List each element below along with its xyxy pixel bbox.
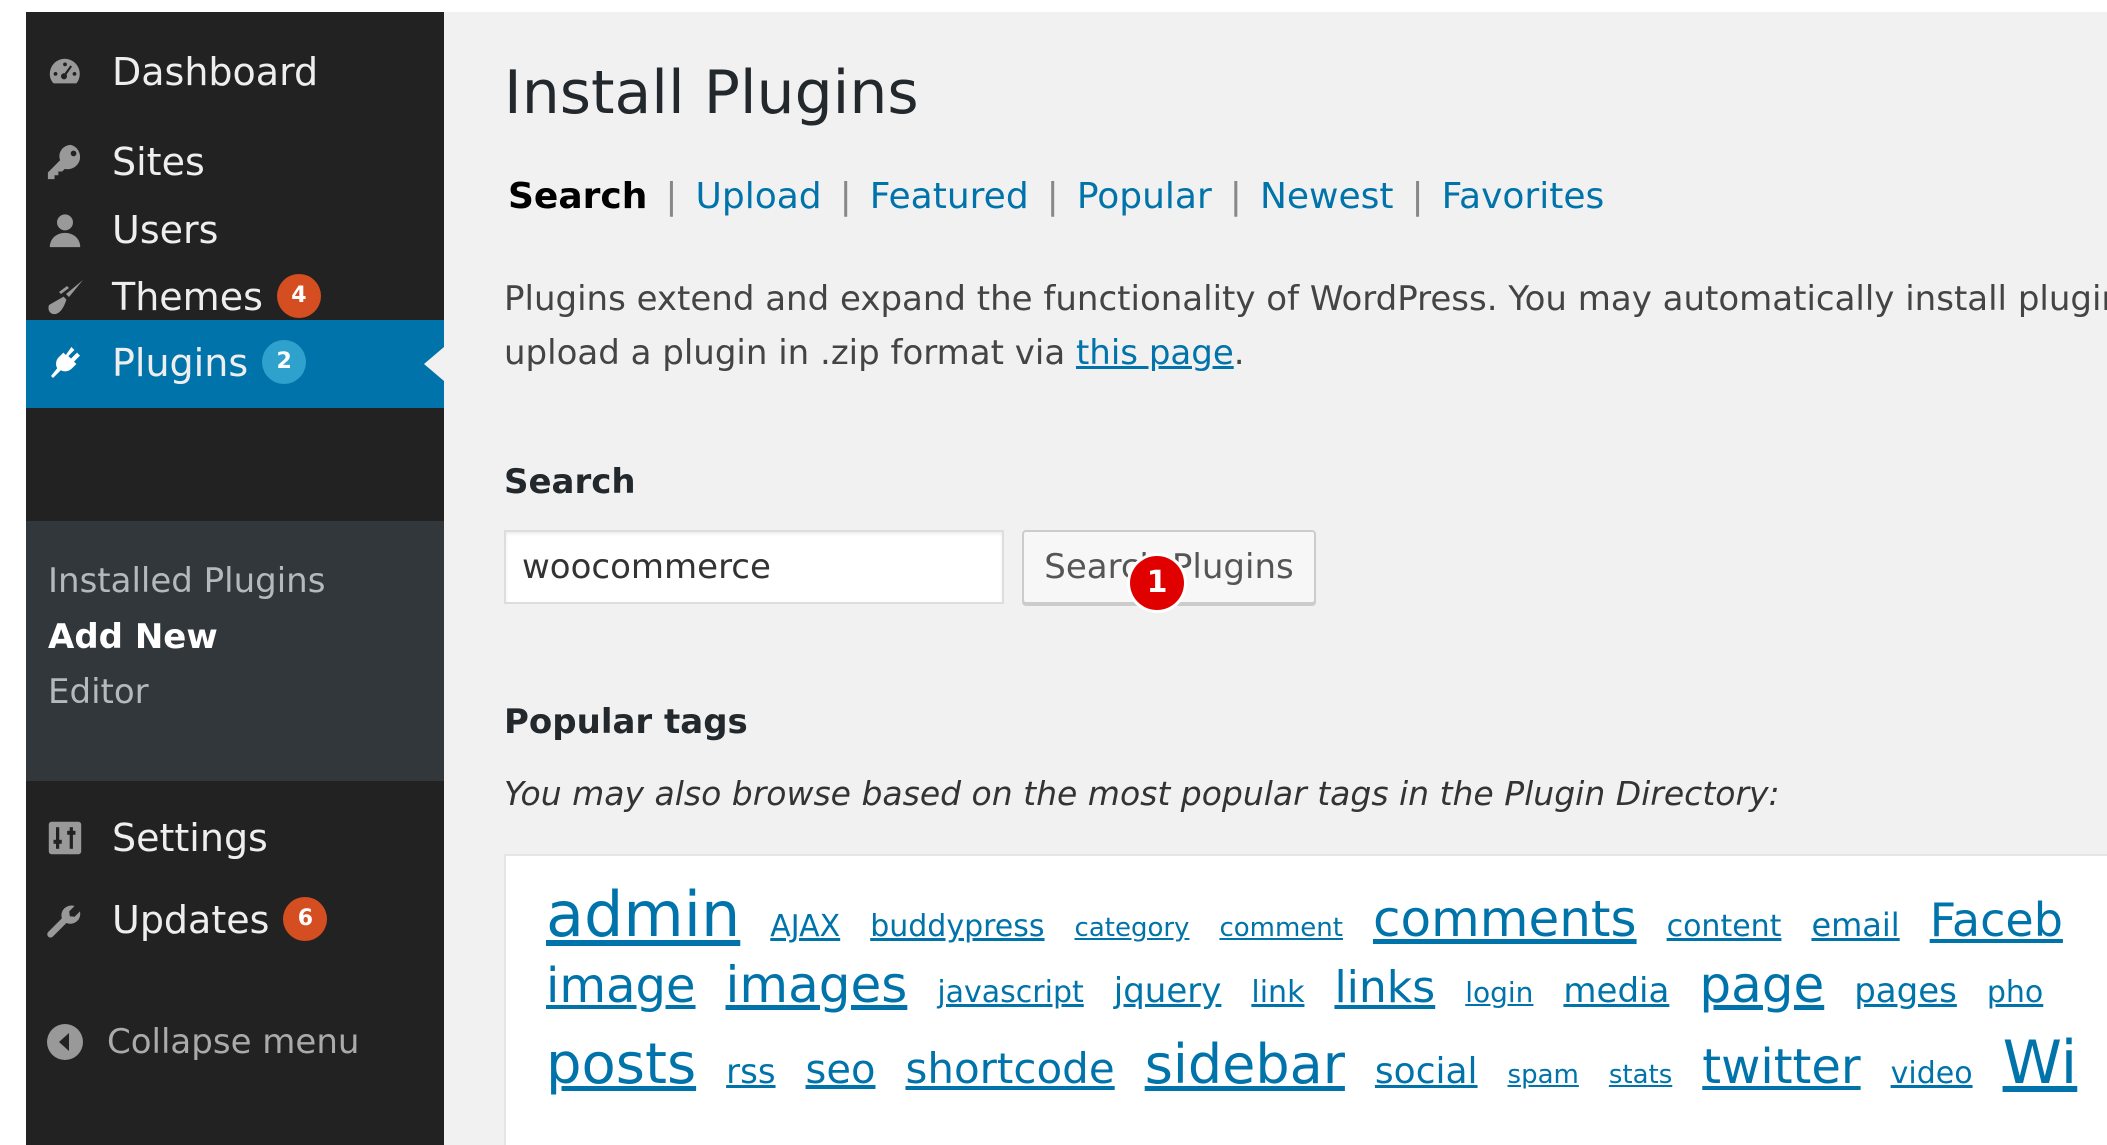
tag-link[interactable]: link xyxy=(1251,975,1304,1010)
tag-link[interactable]: email xyxy=(1811,906,1899,944)
tag-row: posts rss seo shortcode sidebar social spam sta… xyxy=(546,1028,2107,1098)
description-line-2-text: upload a plugin in .zip format via xyxy=(504,333,1076,373)
menu-item-settings[interactable]: Settings xyxy=(26,798,444,878)
wrench-icon xyxy=(40,896,90,946)
tag-link[interactable]: shortcode xyxy=(905,1044,1114,1093)
tag-link[interactable]: video xyxy=(1891,1056,1973,1091)
tag-link[interactable]: comment xyxy=(1219,913,1343,943)
plugin-search-input[interactable] xyxy=(504,530,1004,604)
main-content: Install Plugins Search | Upload | Featured | P… xyxy=(444,12,2107,1145)
tag-link[interactable]: comments xyxy=(1373,890,1637,948)
tag-link[interactable]: jquery xyxy=(1114,971,1222,1011)
tab-separator: | xyxy=(1046,176,1059,217)
tag-link[interactable]: social xyxy=(1375,1051,1478,1092)
popular-tags-heading: Popular tags xyxy=(504,702,748,742)
menu-item-dashboard[interactable]: Dashboard xyxy=(26,32,444,112)
tag-link[interactable]: posts xyxy=(546,1032,696,1097)
user-icon xyxy=(40,205,90,255)
tab-featured[interactable]: Featured xyxy=(870,176,1029,217)
tag-link[interactable]: category xyxy=(1075,913,1190,943)
tag-link[interactable]: links xyxy=(1334,962,1435,1013)
tab-favorites[interactable]: Favorites xyxy=(1442,176,1605,217)
tag-link[interactable]: twitter xyxy=(1702,1039,1860,1095)
description-line-1: Plugins extend and expand the functional… xyxy=(504,279,2107,319)
plugins-submenu: Installed Plugins Add New Editor xyxy=(26,521,444,781)
tab-upload[interactable]: Upload xyxy=(696,176,822,217)
tag-link[interactable]: pages xyxy=(1854,971,1957,1011)
tag-link[interactable]: rss xyxy=(726,1052,775,1092)
tab-newest[interactable]: Newest xyxy=(1260,176,1394,217)
tag-link[interactable]: page xyxy=(1699,956,1824,1014)
tag-link[interactable]: seo xyxy=(806,1047,876,1093)
collapse-arrow-icon xyxy=(40,1017,90,1067)
menu-text-updates: Updates xyxy=(112,897,270,942)
menu-label-users: Users xyxy=(112,208,219,252)
menu-text-plugins: Plugins xyxy=(112,340,249,385)
tab-separator: | xyxy=(1411,176,1424,217)
step-marker-badge: 1 xyxy=(1130,556,1184,610)
tag-link[interactable]: javascript xyxy=(937,975,1083,1010)
search-heading: Search xyxy=(504,462,636,502)
submenu-editor[interactable]: Editor xyxy=(48,672,149,712)
plugins-update-badge: 2 xyxy=(262,340,307,385)
tab-separator: | xyxy=(839,176,852,217)
tab-search[interactable]: Search xyxy=(508,176,647,217)
collapse-menu-button[interactable]: Collapse menu xyxy=(26,1002,444,1082)
tag-link[interactable]: sidebar xyxy=(1145,1033,1345,1096)
description-line-2: upload a plugin in .zip format via this … xyxy=(504,326,2107,380)
menu-label-settings: Settings xyxy=(112,816,268,860)
menu-label-updates: Updates 6 xyxy=(112,897,328,945)
menu-label-dashboard: Dashboard xyxy=(112,50,319,94)
tab-separator: | xyxy=(1229,176,1242,217)
tag-link[interactable]: spam xyxy=(1508,1060,1579,1090)
tag-link[interactable]: Wi xyxy=(2003,1028,2078,1098)
upload-page-link[interactable]: this page xyxy=(1076,333,1234,373)
menu-item-plugins[interactable]: Plugins 2 xyxy=(26,320,444,408)
tag-link[interactable]: image xyxy=(546,958,696,1014)
paintbrush-icon xyxy=(40,273,90,323)
menu-label-themes: Themes 4 xyxy=(112,274,321,322)
tag-link[interactable]: stats xyxy=(1609,1060,1672,1090)
page-title: Install Plugins xyxy=(504,58,919,128)
tag-link[interactable]: pho xyxy=(1987,975,2043,1010)
install-plugins-tabs: Search | Upload | Featured | Popular | Newest | Fa… xyxy=(508,176,1604,217)
current-menu-arrow xyxy=(424,347,444,381)
tag-link[interactable]: content xyxy=(1667,909,1782,944)
tag-link[interactable]: admin xyxy=(546,878,740,951)
tag-link[interactable]: AJAX xyxy=(770,909,840,944)
submenu-installed-plugins[interactable]: Installed Plugins xyxy=(48,561,325,601)
popular-tags-cloud: admin AJAX buddypress category comment commen… xyxy=(504,854,2107,1145)
updates-count-badge: 6 xyxy=(283,897,328,942)
submenu-add-new[interactable]: Add New xyxy=(48,617,218,657)
tag-link[interactable]: Faceb xyxy=(1930,893,2063,947)
admin-sidebar: Dashboard Sites Users Themes 4 Plugins 2 I… xyxy=(26,12,444,1145)
plugins-description: Plugins extend and expand the functional… xyxy=(504,272,2107,380)
themes-update-badge: 4 xyxy=(276,274,321,319)
tag-link[interactable]: login xyxy=(1465,976,1533,1009)
popular-tags-intro: You may also browse based on the most po… xyxy=(504,774,1780,813)
menu-label-sites: Sites xyxy=(112,140,205,184)
collapse-menu-label: Collapse menu xyxy=(107,1022,360,1062)
tag-link[interactable]: images xyxy=(726,956,908,1014)
tab-popular[interactable]: Popular xyxy=(1077,176,1212,217)
plug-icon xyxy=(40,339,90,389)
menu-item-updates[interactable]: Updates 6 xyxy=(26,881,444,961)
tag-row: admin AJAX buddypress category comment commen… xyxy=(546,878,2093,951)
dashboard-icon xyxy=(40,47,90,97)
sliders-icon xyxy=(40,813,90,863)
tab-separator: | xyxy=(665,176,678,217)
tag-row: image images javascript jquery link links logi… xyxy=(546,956,2073,1014)
description-end: . xyxy=(1233,333,1245,373)
menu-text-themes: Themes xyxy=(112,274,263,319)
tag-link[interactable]: media xyxy=(1563,971,1669,1011)
tag-link[interactable]: buddypress xyxy=(870,909,1044,944)
menu-label-plugins: Plugins 2 xyxy=(112,340,307,388)
key-icon xyxy=(40,137,90,187)
